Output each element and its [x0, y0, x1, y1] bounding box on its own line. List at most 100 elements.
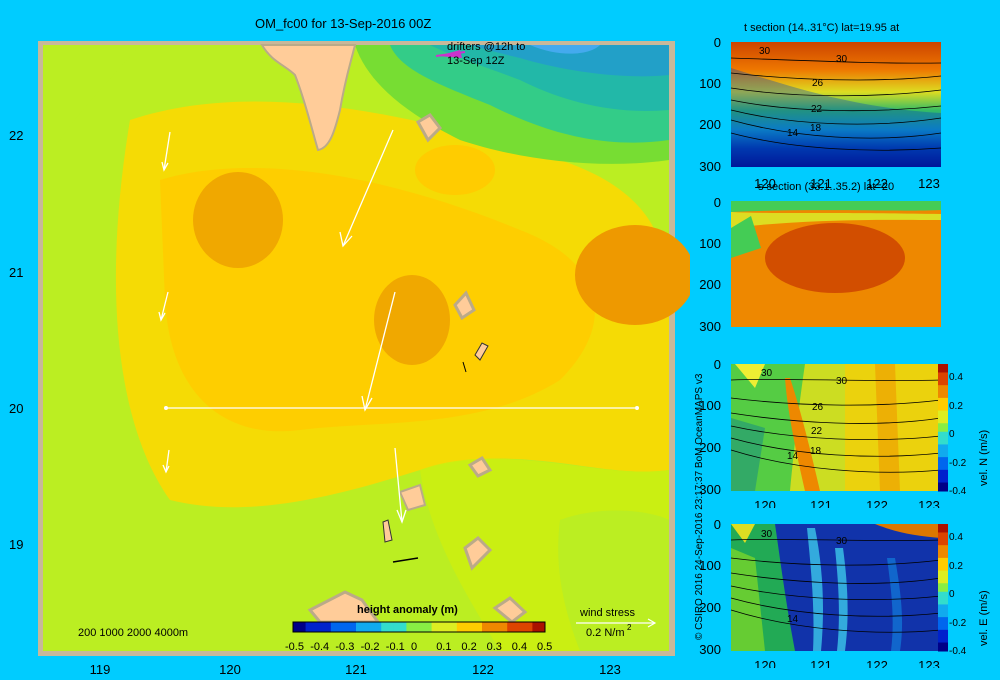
vel-e-y-tick: 300 — [699, 642, 721, 657]
vel-e-contour-label: 30 — [836, 536, 848, 547]
colorbar-segment — [938, 419, 948, 424]
colorbar-tick: -0.3 — [335, 641, 354, 653]
colorbar-segment — [293, 622, 300, 632]
colorbar-segment — [513, 622, 521, 632]
vel-e-contour-label: 14 — [787, 614, 799, 625]
colorbar-segment — [938, 642, 948, 648]
map-y-tick: 20 — [9, 401, 23, 416]
vel-n-contour-label: 14 — [787, 451, 799, 462]
colorbar-segment — [938, 532, 948, 538]
colorbar-segment — [938, 482, 948, 488]
t-contour-label: 18 — [810, 123, 822, 134]
map-x-tick: 121 — [345, 662, 367, 677]
vel-n-x-tick: 121 — [810, 498, 832, 508]
vel-e-x-tick: 123 — [918, 658, 940, 668]
colorbar-segment — [482, 622, 489, 632]
colorbar-segment — [938, 440, 948, 445]
colorbar-segment — [938, 549, 948, 555]
map-x-tick: 119 — [90, 662, 111, 677]
colorbar-segment — [938, 557, 948, 563]
vel-n-x-axis: 120 121 122 123 — [754, 498, 940, 508]
s-y-tick: 200 — [699, 277, 721, 292]
colorbar-segment — [938, 364, 948, 369]
colorbar-segment — [938, 368, 948, 373]
t-section-title: t section (14..31°C) lat=19.95 at — [744, 22, 900, 34]
wind-stress-scale: 0.2 N/m — [586, 627, 625, 639]
colorbar-segment — [419, 622, 426, 632]
vel-n-x-tick: 123 — [918, 498, 940, 508]
colorbar-tick: 0 — [411, 641, 417, 653]
colorbar-tick: -0.5 — [285, 641, 304, 653]
vel-e-cb-tick: -0.2 — [949, 618, 967, 629]
colorbar-segment — [938, 402, 948, 407]
colorbar-segment — [362, 622, 370, 632]
colorbar-segment — [938, 461, 948, 467]
t-y-tick: 300 — [699, 159, 721, 174]
vel-e-cb-tick: -0.4 — [949, 646, 967, 657]
colorbar-segment — [938, 524, 948, 529]
colorbar-segment — [938, 566, 948, 572]
t-section-panel: 30 30 26 22 18 14 0 100 200 300 120 121 … — [699, 38, 942, 190]
vel-e-cb-tick: 0.4 — [949, 532, 963, 543]
vel-n-contour-label: 30 — [836, 376, 848, 387]
s-x-tick: 120 — [754, 335, 776, 338]
colorbar-segment — [938, 431, 948, 437]
colorbar-segment — [519, 622, 527, 632]
t-y-tick: 0 — [714, 38, 721, 50]
colorbar-segment — [337, 622, 344, 632]
colorbar-segment — [938, 474, 948, 479]
colorbar-segment — [299, 622, 307, 632]
colorbar-segment — [475, 622, 483, 632]
colorbar-segment — [393, 622, 401, 632]
colorbar-segment — [406, 622, 414, 632]
vel-n-y-tick: 0 — [714, 358, 721, 372]
vel-e-x-tick: 121 — [810, 658, 832, 668]
colorbar-segment — [324, 622, 332, 632]
map-x-tick: 120 — [219, 662, 241, 677]
colorbar-segment — [532, 622, 540, 632]
colorbar-segment — [938, 579, 948, 584]
vel-n-colorbar — [938, 364, 948, 492]
colorbar-tick: 0.2 — [461, 641, 476, 653]
map-y-tick: 22 — [9, 128, 23, 143]
colorbar-segment — [431, 622, 439, 632]
colorbar-segment — [938, 410, 948, 416]
vel-e-x-axis: 120 121 122 123 — [754, 658, 940, 668]
s-section-x-axis: 120 121 122 123 — [754, 335, 940, 338]
colorbar-segment — [444, 622, 451, 632]
colorbar-segment — [400, 622, 407, 632]
vel-e-contour-label: 30 — [761, 529, 773, 540]
t-contour-label: 30 — [836, 54, 848, 65]
colorbar-segment — [538, 622, 546, 632]
vel-n-contour-label: 30 — [761, 368, 773, 379]
vel-n-x-tick: 120 — [754, 498, 776, 508]
drifters-label-date: 13-Sep 12Z — [447, 55, 505, 67]
colorbar-segment — [938, 414, 948, 420]
colorbar-segment — [488, 622, 496, 632]
colorbar-segment — [938, 562, 948, 567]
colorbar-segment — [938, 608, 948, 614]
colorbar-segment — [938, 545, 948, 550]
vel-n-cb-tick: -0.2 — [949, 458, 967, 469]
vel-e-x-tick: 120 — [754, 658, 776, 668]
t-contour-label: 14 — [787, 128, 799, 139]
vel-n-colorbar-label: vel. N (m/s) — [978, 430, 990, 486]
colorbar-segment — [318, 622, 325, 632]
vel-e-colorbar — [938, 524, 948, 652]
colorbar-segment — [938, 406, 948, 412]
colorbar-segment — [425, 622, 433, 632]
s-x-tick: 123 — [918, 335, 940, 338]
colorbar-tick: -0.4 — [310, 641, 329, 653]
s-y-tick: 100 — [699, 236, 721, 251]
colorbar-segment — [938, 638, 948, 644]
colorbar-segment — [381, 622, 388, 632]
colorbar-segment — [387, 622, 395, 632]
vel-e-panel: 30 30 14 0.4 0.2 0 -0.2 -0.4 vel. E (m/s… — [699, 518, 990, 668]
colorbar-segment — [938, 621, 948, 627]
colorbar-segment — [938, 646, 948, 652]
colorbar-tick: 0.5 — [537, 641, 552, 653]
colorbar-segment — [938, 600, 948, 605]
t-x-tick: 123 — [918, 176, 940, 190]
vel-n-contour-label: 26 — [812, 402, 824, 413]
colorbar-segment — [349, 622, 357, 632]
